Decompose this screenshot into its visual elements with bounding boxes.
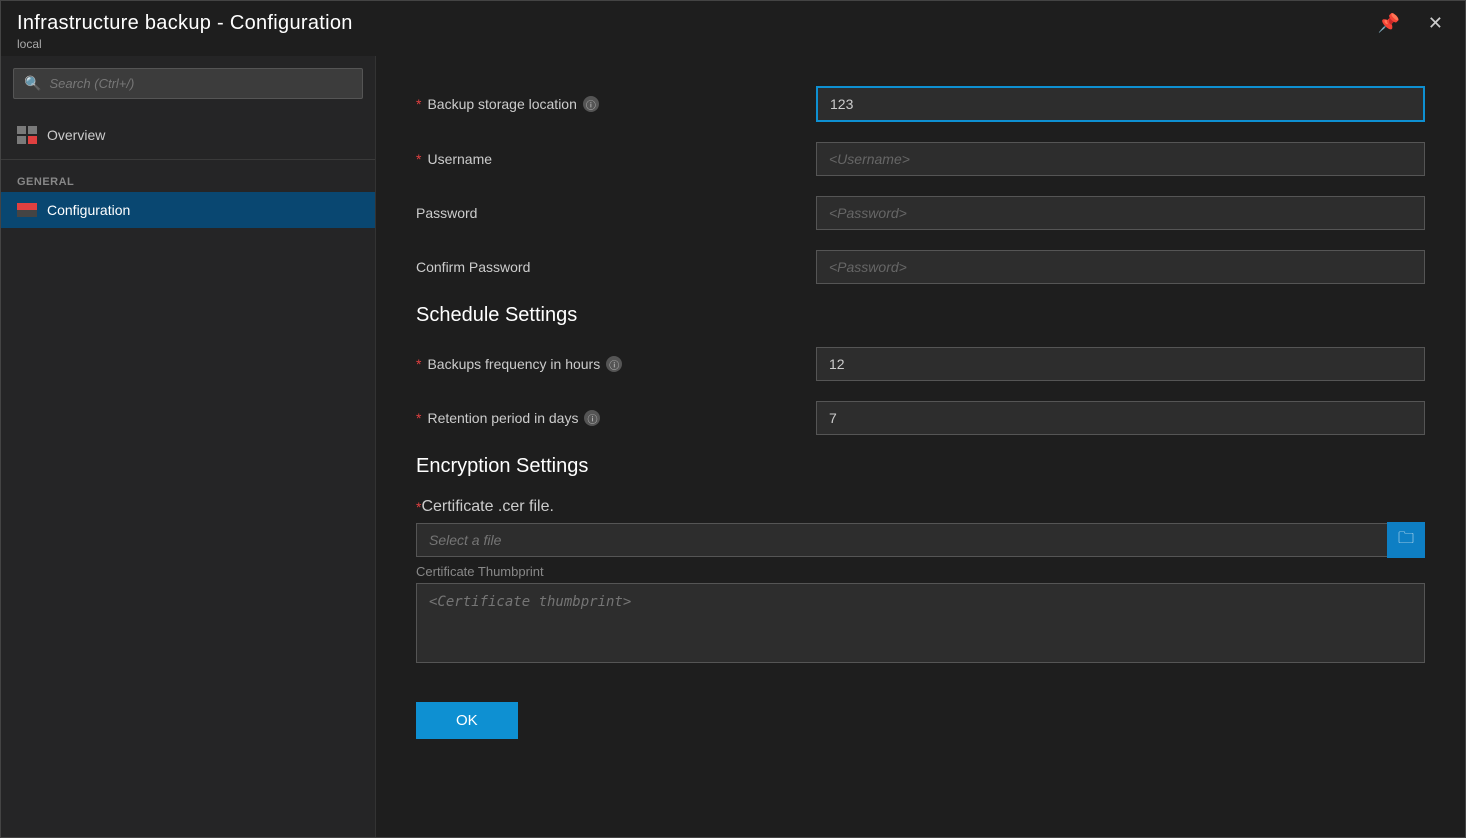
required-star-username: * <box>416 151 421 167</box>
sidebar-nav: Overview GENERAL Configuration <box>1 115 375 228</box>
backup-frequency-label: * Backups frequency in hours ⓘ <box>416 356 816 372</box>
cert-file-label-text: Certificate .cer file. <box>421 498 553 516</box>
retention-row: * Retention period in days ⓘ <box>416 401 1425 435</box>
search-icon: 🔍 <box>24 75 41 92</box>
file-input-row: 🗀 <box>416 522 1425 558</box>
password-row: Password <box>416 196 1425 230</box>
main-window: Infrastructure backup - Configuration lo… <box>0 0 1466 838</box>
username-row: * Username <box>416 142 1425 176</box>
sidebar: 🔍 Overview GENERAL <box>1 56 376 837</box>
backup-location-row: * Backup storage location ⓘ <box>416 86 1425 122</box>
pin-button[interactable]: 📌 <box>1371 11 1405 36</box>
backup-frequency-row: * Backups frequency in hours ⓘ <box>416 347 1425 381</box>
file-browse-icon: 🗀 <box>1398 527 1414 554</box>
file-browse-button[interactable]: 🗀 <box>1387 522 1425 558</box>
main-content: * Backup storage location ⓘ * Username P… <box>376 56 1465 837</box>
required-star-location: * <box>416 96 421 112</box>
password-input[interactable] <box>816 196 1425 230</box>
retention-input[interactable] <box>816 401 1425 435</box>
backup-location-label: * Backup storage location ⓘ <box>416 96 816 112</box>
overview-icon <box>17 125 37 145</box>
cert-file-section: * Certificate .cer file. 🗀 <box>416 498 1425 558</box>
ok-button[interactable]: OK <box>416 702 518 739</box>
confirm-password-label: Confirm Password <box>416 259 816 275</box>
title-bar: Infrastructure backup - Configuration lo… <box>1 1 1465 56</box>
schedule-heading: Schedule Settings <box>416 304 1425 327</box>
cert-thumbprint-input[interactable] <box>416 583 1425 663</box>
sidebar-section-general: GENERAL <box>1 164 375 192</box>
required-star-retention: * <box>416 410 421 426</box>
backup-location-input[interactable] <box>816 86 1425 122</box>
cert-thumbprint-label: Certificate Thumbprint <box>416 564 1425 579</box>
username-label: * Username <box>416 151 816 167</box>
backup-location-label-text: Backup storage location <box>427 96 576 112</box>
confirm-password-input[interactable] <box>816 250 1425 284</box>
search-box[interactable]: 🔍 <box>13 68 363 99</box>
backup-location-info-icon[interactable]: ⓘ <box>583 96 599 112</box>
sidebar-divider <box>1 159 375 160</box>
configuration-icon <box>17 203 37 217</box>
password-label-text: Password <box>416 205 477 221</box>
password-label: Password <box>416 205 816 221</box>
confirm-password-row: Confirm Password <box>416 250 1425 284</box>
username-label-text: Username <box>427 151 492 167</box>
backup-frequency-input[interactable] <box>816 347 1425 381</box>
required-star-frequency: * <box>416 356 421 372</box>
cert-thumbprint-section: Certificate Thumbprint <box>416 564 1425 668</box>
search-input[interactable] <box>49 76 352 91</box>
window-title: Infrastructure backup - Configuration <box>17 12 353 35</box>
retention-label: * Retention period in days ⓘ <box>416 410 816 426</box>
retention-label-text: Retention period in days <box>427 410 578 426</box>
close-button[interactable]: ✕ <box>1422 11 1449 36</box>
configuration-label: Configuration <box>47 202 130 218</box>
sidebar-item-configuration[interactable]: Configuration <box>1 192 375 228</box>
retention-info-icon[interactable]: ⓘ <box>584 410 600 426</box>
title-bar-left: Infrastructure backup - Configuration lo… <box>17 12 353 51</box>
window-subtitle: local <box>17 37 353 51</box>
content-area: 🔍 Overview GENERAL <box>1 56 1465 837</box>
overview-label: Overview <box>47 127 105 143</box>
cert-file-input[interactable] <box>416 523 1387 557</box>
sidebar-item-overview[interactable]: Overview <box>1 115 375 155</box>
encryption-heading: Encryption Settings <box>416 455 1425 478</box>
username-input[interactable] <box>816 142 1425 176</box>
backup-frequency-info-icon[interactable]: ⓘ <box>606 356 622 372</box>
confirm-password-label-text: Confirm Password <box>416 259 530 275</box>
cert-file-label-row: * Certificate .cer file. <box>416 498 1425 516</box>
backup-frequency-label-text: Backups frequency in hours <box>427 356 600 372</box>
title-bar-controls: 📌 ✕ <box>1371 11 1449 36</box>
